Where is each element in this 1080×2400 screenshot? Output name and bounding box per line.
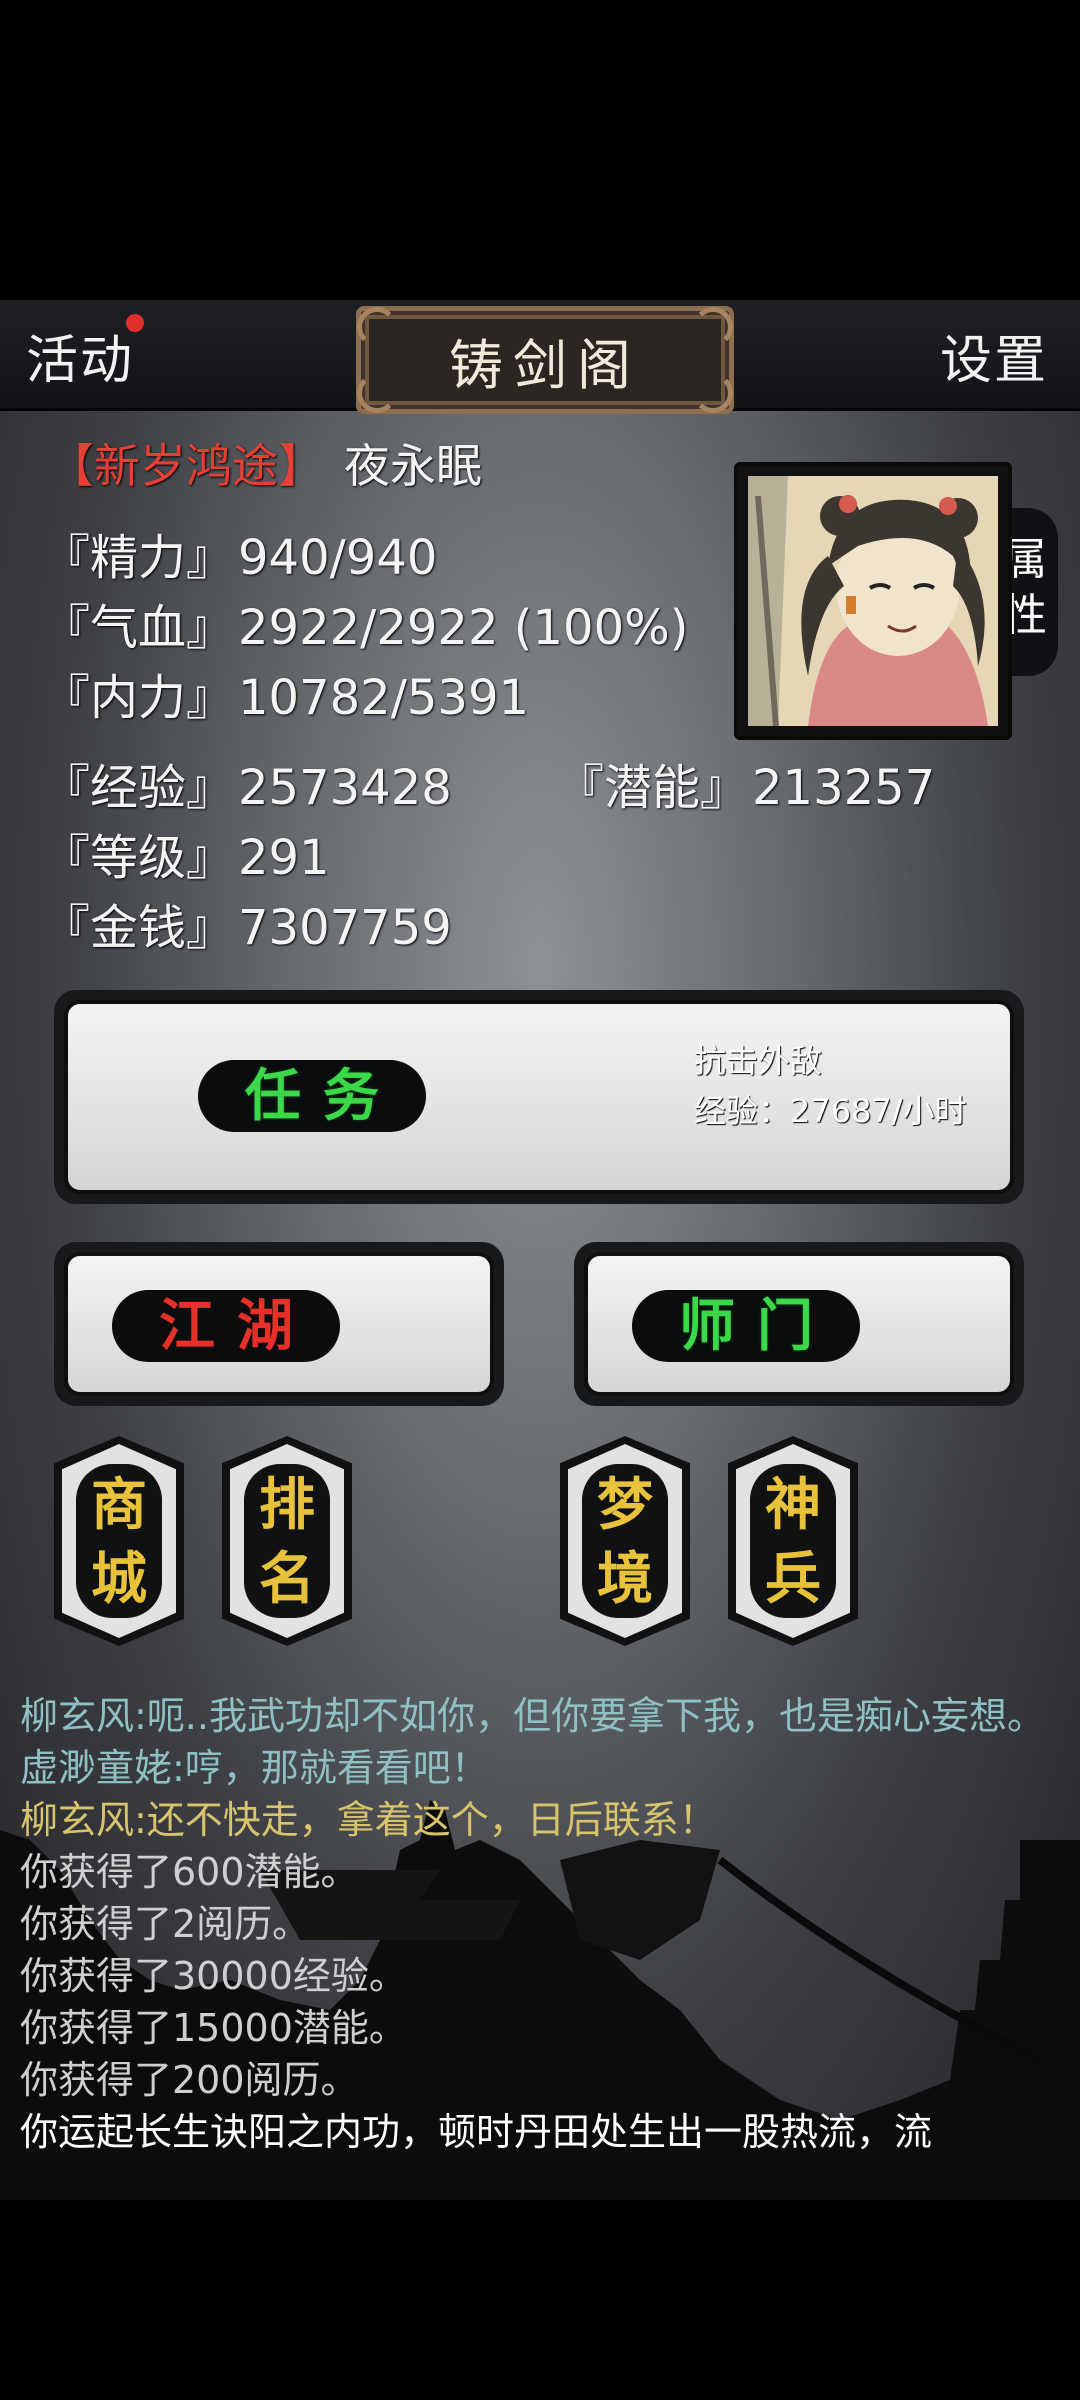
jianghu-button[interactable]: 江湖 xyxy=(112,1290,340,1362)
activity-button[interactable]: 活动 xyxy=(26,318,134,393)
settings-button[interactable]: 设置 xyxy=(940,318,1048,393)
stat-energy: 『精力』940/940 xyxy=(42,530,438,586)
log-line: 你获得了15000潜能。 xyxy=(20,2006,407,2050)
character-portrait xyxy=(748,476,998,726)
top-bar: 活动 铸剑阁 设置 xyxy=(0,300,1080,414)
log-line: 你获得了2阅历。 xyxy=(20,1902,311,1946)
stat-level: 『等级』291 xyxy=(42,830,330,886)
rank-button[interactable]: 排名 xyxy=(222,1436,352,1646)
shop-button[interactable]: 商城 xyxy=(54,1436,184,1646)
stat-hp: 『气血』2922/2922 (100%) xyxy=(42,600,689,656)
location-title: 铸剑阁 xyxy=(449,333,641,397)
log-line: 你获得了200阅历。 xyxy=(20,2058,359,2102)
log-line: 你获得了600潜能。 xyxy=(20,1850,359,1894)
task-description: 抗击外敌 xyxy=(694,1042,823,1080)
log-line: 柳玄风:呃..我武功却不如你，但你要拿下我，也是痴心妄想。 xyxy=(20,1694,1045,1738)
log-line: 虚渺童姥:哼，那就看看吧！ xyxy=(20,1746,489,1790)
avatar[interactable] xyxy=(734,462,1012,740)
title-plaque: 铸剑阁 xyxy=(356,306,734,414)
dream-button[interactable]: 梦境 xyxy=(560,1436,690,1646)
weapon-button[interactable]: 神兵 xyxy=(728,1436,858,1646)
notification-dot xyxy=(126,314,144,332)
stat-mp: 『内力』10782/5391 xyxy=(42,670,530,726)
message-log[interactable]: 柳玄风:呃..我武功却不如你，但你要拿下我，也是痴心妄想。 虚渺童姥:哼，那就看… xyxy=(20,1690,1060,2158)
task-exp-rate: 经验：27687/小时 xyxy=(694,1092,967,1130)
log-line: 你运起长生诀阳之内功，顿时丹田处生出一股热流，流 xyxy=(20,2110,933,2154)
stat-money: 『金钱』7307759 xyxy=(42,900,452,956)
stat-potential: 『潜能』213257 xyxy=(556,760,936,816)
task-info: 抗击外敌 经验：27687/小时 xyxy=(694,1036,967,1136)
log-line: 柳玄风:还不快走，拿着这个，日后联系！ xyxy=(20,1798,717,1842)
log-line: 你获得了30000经验。 xyxy=(20,1954,407,1998)
event-tag[interactable]: 【新岁鸿途】 xyxy=(48,430,324,496)
stat-exp: 『经验』2573428 xyxy=(42,760,452,816)
game-screen: 活动 铸剑阁 设置 【新岁鸿途】 夜永眠 『精力』940/940 『气血』292… xyxy=(0,300,1080,2200)
shimen-button[interactable]: 师门 xyxy=(632,1290,860,1362)
task-button[interactable]: 任务 xyxy=(198,1060,426,1132)
player-name: 夜永眠 xyxy=(344,439,482,493)
